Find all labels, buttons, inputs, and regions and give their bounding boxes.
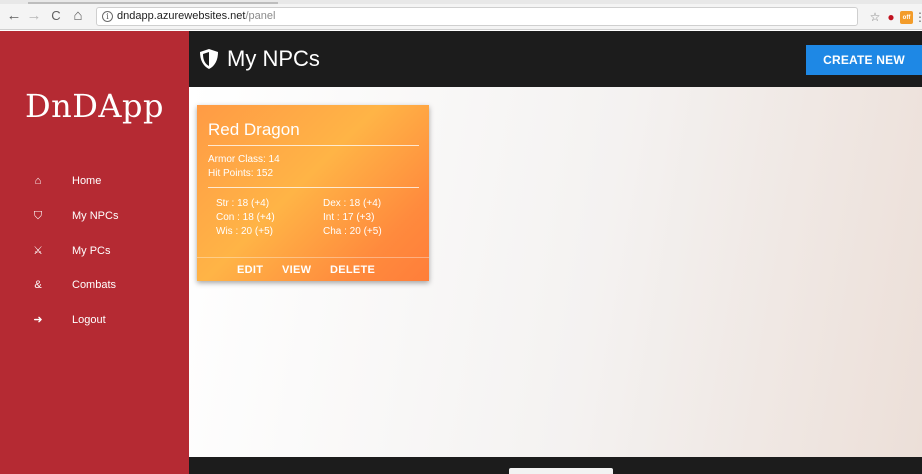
sidebar-item-combats[interactable]: & Combats	[0, 270, 189, 300]
back-arrow-icon[interactable]: ←	[6, 6, 22, 26]
shield-icon	[200, 49, 218, 69]
edit-button[interactable]: EDIT	[237, 264, 263, 277]
npc-name: Red Dragon	[208, 120, 300, 139]
stat-int: Int : 17 (+3)	[323, 212, 375, 223]
browser-toolbar: ← → C ⌂ i dndapp.azurewebsites.net/panel…	[0, 4, 922, 30]
view-button[interactable]: VIEW	[282, 264, 311, 277]
home-icon: ⌂	[34, 175, 42, 187]
sidebar-item-label: My NPCs	[72, 210, 119, 222]
amazon-extension-icon[interactable]: off	[900, 11, 913, 24]
hit-points: Hit Points: 152	[208, 168, 274, 179]
ublock-shield-icon[interactable]: ●	[884, 10, 898, 24]
stat-con: Con : 18 (+4)	[216, 212, 275, 223]
app-logo: DnDApp	[25, 87, 164, 125]
divider	[208, 145, 419, 146]
page-title-text: My NPCs	[227, 46, 320, 71]
stat-wis: Wis : 20 (+5)	[216, 226, 273, 237]
footer-bar	[189, 457, 922, 474]
npc-card: Red Dragon Armor Class: 14 Hit Points: 1…	[197, 105, 429, 281]
sidebar-item-label: Logout	[72, 314, 106, 326]
site-info-icon[interactable]: i	[102, 11, 113, 22]
sidebar-item-home[interactable]: ⌂ Home	[0, 166, 189, 196]
sword-icon: ⚔	[33, 245, 43, 257]
stat-dex: Dex : 18 (+4)	[323, 198, 382, 209]
forward-arrow-icon[interactable]: →	[26, 6, 42, 26]
browser-menu-icon[interactable]: ⋮	[914, 10, 922, 24]
ampersand-icon: &	[34, 279, 42, 291]
shield-icon: ⛉	[33, 210, 43, 222]
top-header: My NPCs CREATE NEW	[189, 31, 922, 87]
page-title: My NPCs	[199, 45, 320, 73]
armor-class: Armor Class: 14	[208, 154, 280, 165]
sidebar-item-my-pcs[interactable]: ⚔ My PCs	[0, 236, 189, 266]
address-bar[interactable]: i dndapp.azurewebsites.net/panel	[96, 7, 858, 26]
url-path: /panel	[245, 10, 276, 22]
delete-button[interactable]: DELETE	[330, 264, 375, 277]
logout-icon: ➜	[33, 314, 43, 326]
sidebar-item-label: Combats	[72, 279, 117, 291]
home-browser-icon[interactable]: ⌂	[70, 6, 86, 26]
stat-cha: Cha : 20 (+5)	[323, 226, 382, 237]
sidebar-item-label: My PCs	[72, 245, 111, 257]
sidebar-item-logout[interactable]: ➜ Logout	[0, 305, 189, 335]
create-new-button[interactable]: CREATE NEW	[806, 45, 922, 75]
footer-tab	[509, 468, 613, 474]
stat-str: Str : 18 (+4)	[216, 198, 270, 209]
bookmark-star-icon[interactable]: ☆	[868, 10, 882, 24]
sidebar: DnDApp ⌂ Home ⛉ My NPCs ⚔ My PCs & Comba…	[0, 31, 189, 474]
sidebar-item-my-npcs[interactable]: ⛉ My NPCs	[0, 201, 189, 231]
url-host: dndapp.azurewebsites.net	[117, 10, 246, 22]
sidebar-item-label: Home	[72, 175, 102, 187]
reload-icon[interactable]: C	[48, 6, 64, 26]
card-actions: EDIT VIEW DELETE	[197, 257, 429, 281]
divider	[208, 187, 419, 188]
